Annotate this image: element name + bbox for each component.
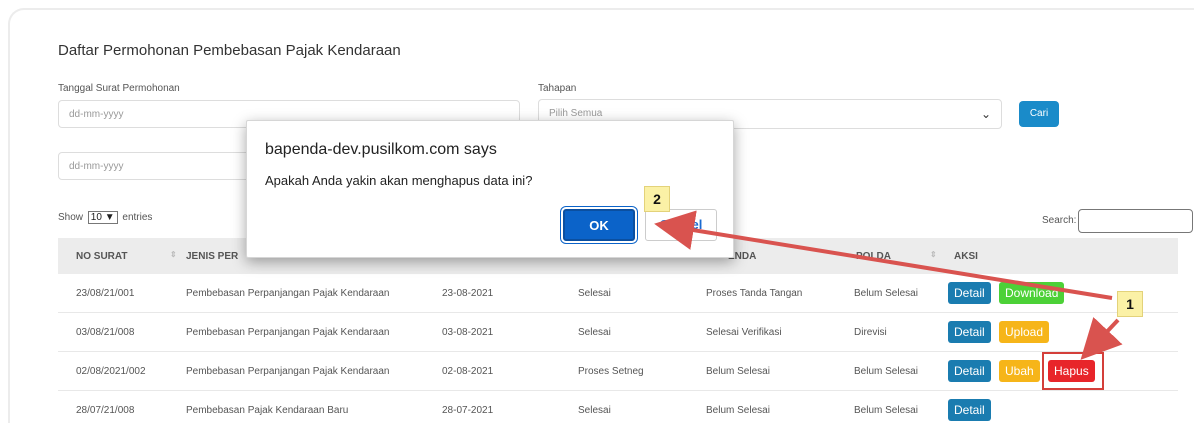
step-badge-1: 1: [1117, 291, 1143, 317]
step-badge-2: 2: [644, 186, 670, 212]
arrow-to-ok: [654, 210, 1113, 300]
screen: Daftar Permohonan Pembebasan Pajak Kenda…: [0, 0, 1194, 423]
arrow-to-delete: [1080, 316, 1123, 360]
annotation-arrows: [654, 210, 1123, 360]
